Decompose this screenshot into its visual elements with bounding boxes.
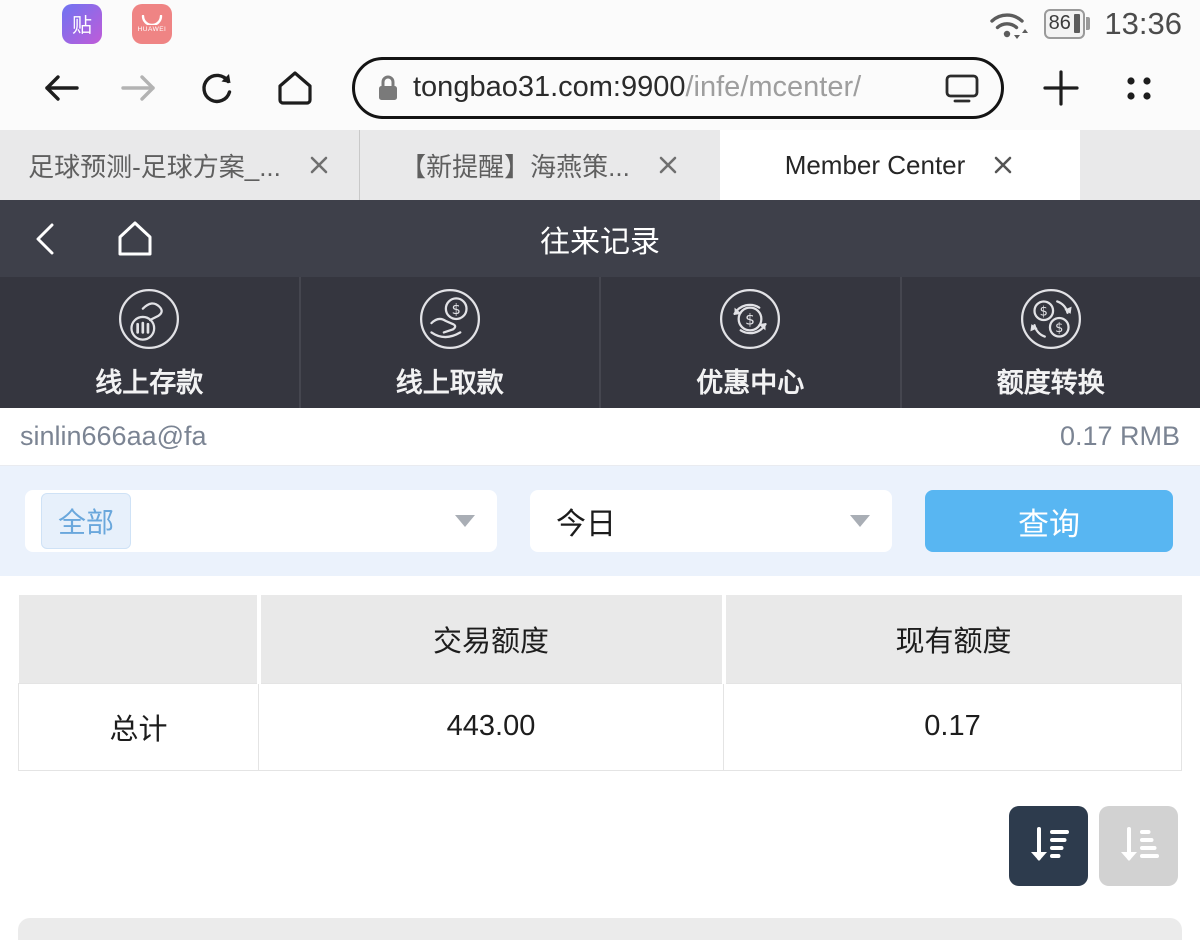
lock-icon: [375, 73, 401, 103]
close-icon[interactable]: [991, 153, 1015, 177]
tab-bar: 足球预测-足球方案_... 【新提醒】海燕策... Member Center: [0, 130, 1200, 200]
home-button[interactable]: [256, 52, 334, 124]
action-label: 额度转换: [997, 361, 1105, 400]
forward-button[interactable]: [100, 52, 178, 124]
grid-dots-icon: [1119, 68, 1159, 108]
tab-title: 【新提醒】海燕策...: [400, 147, 630, 184]
reload-button[interactable]: [178, 52, 256, 124]
transfer-icon: $ $: [1018, 286, 1084, 352]
smile-icon: [141, 15, 163, 25]
table-row-total: 总计 443.00 0.17: [19, 683, 1182, 770]
table-header-row: 交易额度 现有额度: [19, 595, 1182, 683]
battery-level: 86: [1049, 12, 1071, 35]
sort-ascending-button[interactable]: [1099, 806, 1178, 886]
back-button[interactable]: [22, 52, 100, 124]
reload-icon: [195, 66, 239, 110]
tab-title: Member Center: [785, 150, 966, 181]
battery-tip: [1086, 17, 1090, 30]
close-icon[interactable]: [656, 153, 680, 177]
sort-controls: [22, 806, 1178, 886]
clock: 13:36: [1104, 6, 1182, 42]
menu-button[interactable]: [1100, 52, 1178, 124]
sort-descending-icon: [1025, 822, 1073, 870]
page-title: 往来记录: [0, 217, 1200, 261]
wifi-icon: [988, 7, 1030, 41]
tieba-glyph: 贴: [72, 9, 92, 38]
quick-actions: 线上存款 $ 线上取款 $ 优惠中心 $ $: [0, 277, 1200, 408]
action-label: 线上存款: [95, 361, 203, 400]
status-bar: 贴 HUAWEI 86 13:36: [0, 0, 1200, 45]
date-selected-value: 今日: [556, 499, 616, 543]
plus-icon: [1040, 67, 1082, 109]
tieba-app-icon: 贴: [62, 4, 102, 44]
type-select[interactable]: 全部: [25, 490, 497, 552]
svg-text:$: $: [1055, 320, 1063, 335]
svg-text:$: $: [451, 301, 460, 317]
header-current-amount: 现有额度: [724, 595, 1182, 683]
chevron-down-icon: [455, 515, 475, 527]
url-path: /infe/mcenter/: [686, 71, 862, 103]
tab-football[interactable]: 足球预测-足球方案_...: [0, 130, 360, 200]
withdraw-icon: $: [417, 286, 483, 352]
tab-title: 足球预测-足球方案_...: [28, 147, 281, 184]
svg-text:$: $: [1039, 304, 1047, 319]
page-header: 往来记录: [0, 200, 1200, 277]
record-card-header[interactable]: [18, 918, 1182, 940]
deposit-icon: [116, 286, 182, 352]
promo-icon: $: [717, 286, 783, 352]
total-transaction-amount: 443.00: [259, 683, 724, 770]
url-text: tongbao31.com:9900/infe/mcenter/: [413, 71, 861, 104]
huawei-label: HUAWEI: [138, 26, 167, 33]
account-username: sinlin666aa@fa: [20, 421, 207, 452]
huawei-app-icon: HUAWEI: [132, 4, 172, 44]
action-label: 线上取款: [396, 361, 504, 400]
tab-bar-filler: [1080, 130, 1200, 200]
chevron-down-icon: [850, 515, 870, 527]
header-transaction-amount: 交易额度: [259, 595, 724, 683]
account-balance: 0.17 RMB: [1060, 421, 1180, 452]
action-quota-transfer[interactable]: $ $ 额度转换: [900, 277, 1200, 408]
forward-arrow-icon: [117, 66, 161, 110]
new-tab-button[interactable]: [1022, 52, 1100, 124]
battery-fill: [1074, 14, 1080, 33]
url-bar[interactable]: tongbao31.com:9900/infe/mcenter/: [352, 57, 1004, 119]
notification-icons: 贴 HUAWEI: [62, 4, 172, 44]
action-promo-center[interactable]: $ 优惠中心: [599, 277, 900, 408]
type-selected-chip: 全部: [41, 493, 131, 549]
action-label: 优惠中心: [696, 361, 804, 400]
back-arrow-icon: [39, 66, 83, 110]
header-empty: [19, 595, 259, 683]
action-online-withdraw[interactable]: $ 线上取款: [299, 277, 600, 408]
sort-descending-button[interactable]: [1009, 806, 1088, 886]
battery-icon: 86: [1044, 9, 1091, 39]
action-online-deposit[interactable]: 线上存款: [0, 277, 299, 408]
close-icon[interactable]: [307, 153, 331, 177]
tab-member-center[interactable]: Member Center: [720, 130, 1080, 200]
browser-toolbar: tongbao31.com:9900/infe/mcenter/: [0, 45, 1200, 130]
total-current-amount: 0.17: [724, 683, 1182, 770]
url-host: tongbao31.com:9900: [413, 71, 686, 103]
query-button[interactable]: 查询: [925, 490, 1173, 552]
summary-table: 交易额度 现有额度 总计 443.00 0.17: [18, 595, 1182, 771]
status-indicators: 86 13:36: [988, 6, 1182, 42]
total-label: 总计: [19, 683, 259, 770]
date-select[interactable]: 今日: [530, 490, 892, 552]
filter-row: 全部 今日 查询: [0, 466, 1200, 576]
pc-mode-icon[interactable]: [943, 72, 981, 104]
home-icon: [272, 65, 318, 111]
account-row: sinlin666aa@fa 0.17 RMB: [0, 408, 1200, 466]
tab-haiyan[interactable]: 【新提醒】海燕策...: [360, 130, 720, 200]
sort-ascending-icon: [1115, 822, 1163, 870]
svg-text:$: $: [745, 310, 755, 328]
